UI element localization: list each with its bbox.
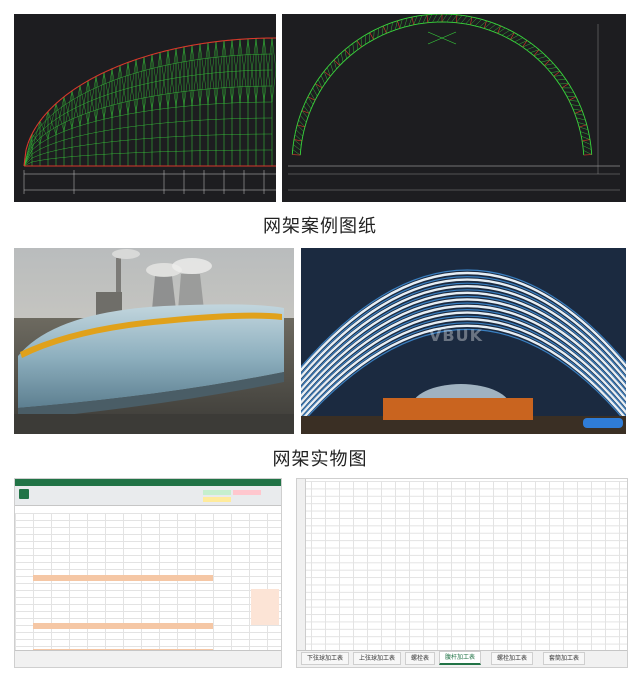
- cad-section-svg: [288, 14, 620, 191]
- row-header-column: [297, 479, 306, 651]
- caption-photos: 网架实物图: [272, 449, 368, 470]
- excel-grid: [297, 481, 627, 651]
- excel-icon: [19, 489, 29, 499]
- cad-elevation-svg: [23, 37, 276, 194]
- style-swatch-neutral: [203, 497, 231, 502]
- exterior-photo-svg: [14, 248, 294, 434]
- watermark-text: VBUK: [429, 326, 483, 345]
- sheet-tab[interactable]: 螺栓加工表: [491, 652, 534, 665]
- spreadsheet-material-list: [14, 478, 282, 668]
- spreadsheet-processing-table: 下弦球加工表 上弦球加工表 螺栓表 腹杆加工表 螺栓加工表 套筒加工表: [296, 478, 628, 668]
- excel-sheet-tabs-bar: 下弦球加工表 上弦球加工表 螺栓表 腹杆加工表 螺栓加工表 套筒加工表: [297, 650, 627, 667]
- style-swatch-good: [203, 490, 231, 495]
- cad-drawing-arch-section: [282, 14, 626, 202]
- photo-steel-grid-interior: VBUK: [301, 248, 626, 434]
- highlight-row: [33, 623, 213, 629]
- style-swatch-bad: [233, 490, 261, 495]
- caption-drawings: 网架案例图纸: [263, 216, 377, 237]
- sheet-tab-active[interactable]: 腹杆加工表: [439, 651, 482, 665]
- sheet-tab[interactable]: 螺栓表: [405, 652, 436, 665]
- excel-sheet-tabs-bar: [15, 650, 281, 667]
- sheet-tab[interactable]: 下弦球加工表: [301, 652, 350, 665]
- cad-drawing-dome-elevation: [14, 14, 276, 202]
- excel-titlebar: [15, 479, 281, 486]
- sheet-tab[interactable]: 套筒加工表: [543, 652, 586, 665]
- excel-grid: [15, 513, 281, 651]
- note-block: [251, 589, 279, 625]
- highlight-row: [33, 575, 213, 581]
- photo-coal-yard-exterior: [14, 248, 294, 434]
- sheet-tab[interactable]: 上弦球加工表: [353, 652, 402, 665]
